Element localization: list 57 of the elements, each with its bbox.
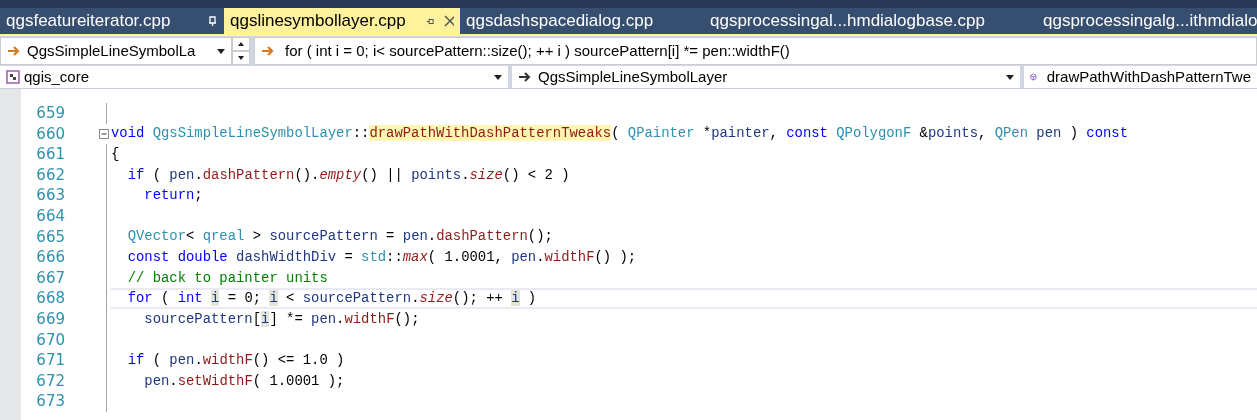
line-number: 662: [35, 164, 65, 186]
code-line: for ( int i = 0; i < sourcePattern.size(); ++ i ): [126, 289, 537, 309]
class-label: QgsSimpleLineSymbolLayer: [538, 66, 729, 87]
line-number: 670: [35, 329, 65, 351]
code-line: if ( pen.widthF() <= 1.0 ): [126, 351, 345, 370]
code-line: return;: [143, 186, 203, 206]
line-number: 665: [35, 226, 65, 248]
line-number: 667: [35, 267, 65, 289]
line-number: 663: [35, 185, 65, 207]
class-dropdown[interactable]: QgsSimpleLineSymbolLayer: [512, 66, 1020, 88]
arrow-icon: [518, 71, 532, 83]
caret-icon: [494, 74, 502, 80]
up-caret-icon: [238, 42, 244, 46]
down-button[interactable]: [232, 51, 250, 65]
code-line: const double dashWidthDiv = std::max( 1.0001, pen.widthF() );: [126, 248, 637, 268]
line-number: 661: [35, 144, 65, 166]
caret-icon: [1006, 74, 1014, 80]
editor-tab[interactable]: qgsdashspacedialog.cpp: [460, 8, 704, 34]
line-number: 669: [35, 309, 65, 330]
code-line: void QgsSimpleLineSymbolLayer::drawPathWithDashPatternTweaks( QPainter *painter, const QPolygonF &points, QPen pen ) const: [111, 124, 1129, 144]
outline-line: [106, 103, 109, 124]
line-number: 660: [35, 123, 65, 145]
code-line: pen.setWidthF( 1.0001 );: [143, 371, 345, 391]
statement-label: for ( int i = 0; i< sourcePattern::size(); ++ i ) sourcePattern[i] *= pen::widthF(): [285, 40, 790, 61]
line-number: 659: [35, 103, 65, 125]
member-dropdown[interactable]: drawPathWithDashPatternTwe: [1024, 66, 1257, 88]
line-number: 673: [35, 391, 65, 413]
scope-label: QgsSimpleLineSymbolLa: [27, 40, 197, 61]
editor-tab[interactable]: qgslinesymbollayer.cpp: [224, 8, 460, 34]
collapse-icon[interactable]: [99, 128, 109, 139]
up-button[interactable]: [232, 37, 250, 51]
project-label: qgis_core: [24, 66, 91, 87]
line-number: 668: [35, 288, 65, 310]
member-label: drawPathWithDashPatternTwe: [1046, 66, 1251, 87]
line-number: 666: [35, 247, 65, 269]
code-line: // back to painter units: [126, 268, 328, 288]
editor-tab[interactable]: qgsfeatureiterator.cpp: [0, 8, 224, 34]
code-line: {: [111, 145, 120, 165]
line-number: 671: [35, 350, 65, 372]
code-line: if ( pen.dashPattern().empty() || points.size() < 2 ): [126, 165, 570, 185]
code-line: QVector< qreal > sourcePattern = pen.dashPattern();: [126, 227, 553, 247]
editor-tab[interactable]: qgsprocessingalg...ithmdialo: [1037, 8, 1257, 34]
editor-tab[interactable]: qgsprocessingal...hmdialogbase.cpp: [704, 8, 1037, 34]
arrow-icon: [7, 45, 21, 57]
scope-dropdown[interactable]: QgsSimpleLineSymbolLa: [0, 37, 232, 65]
statement-dropdown[interactable]: for ( int i = 0; i< sourcePattern::size(); ++ i ) sourcePattern[i] *= pen::widthF(): [254, 37, 1257, 65]
close-icon[interactable]: [444, 15, 454, 27]
line-number: 672: [35, 370, 65, 392]
line-number: 664: [35, 206, 65, 227]
code-line: sourcePattern[i] *= pen.widthF();: [143, 309, 420, 329]
pin-icon[interactable]: [207, 15, 218, 27]
caret-icon: [217, 48, 225, 54]
cube-icon: [1030, 70, 1037, 84]
down-caret-icon: [238, 56, 244, 60]
arrow-icon: [261, 45, 275, 57]
project-icon: [6, 70, 20, 84]
project-dropdown[interactable]: qgis_core: [0, 66, 508, 88]
